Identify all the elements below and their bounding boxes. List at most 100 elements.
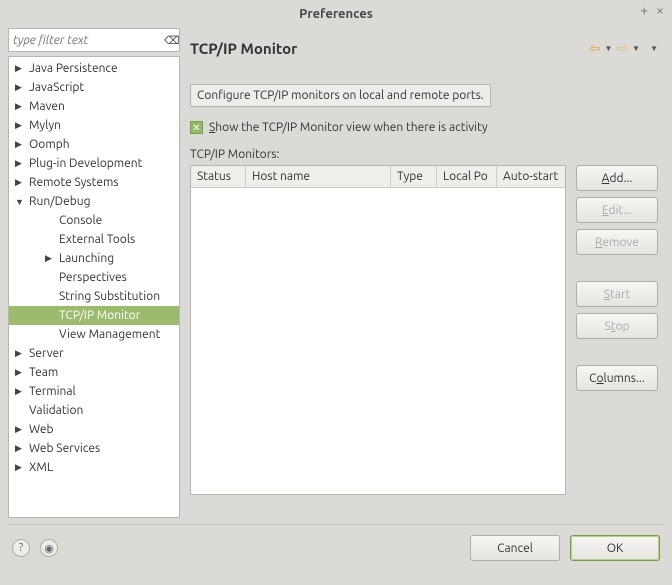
back-arrow-icon[interactable]: ⇦ [589, 40, 601, 57]
back-menu-icon[interactable]: ▼ [605, 44, 613, 53]
window-title: Preferences [299, 7, 373, 21]
tree-item[interactable]: TCP/IP Monitor [9, 306, 179, 325]
forward-menu-icon[interactable]: ▼ [632, 44, 640, 53]
preferences-tree[interactable]: ▶Java Persistence▶JavaScript▶Maven▶Mylyn… [8, 56, 180, 518]
window-controls: + × [640, 2, 664, 18]
footer-left: ? ◉ [12, 539, 58, 557]
tree-item-label: Maven [29, 100, 65, 113]
tree-item-label: Web [29, 423, 54, 436]
tree-item-label: Team [29, 366, 58, 379]
tree-item[interactable]: ▶Plug-in Development [9, 154, 179, 173]
checkbox-icon[interactable]: ✕ [190, 121, 203, 134]
tree-item-label: TCP/IP Monitor [59, 309, 140, 322]
ok-button[interactable]: OK [570, 535, 660, 561]
tree-item-label: Plug-in Development [29, 157, 142, 170]
tree-item[interactable]: View Management [9, 325, 179, 344]
tree-expander-icon[interactable]: ▶ [45, 253, 59, 264]
content-header: TCP/IP Monitor ⇦ ▼ ⇨ ▼ ▼ [190, 32, 658, 64]
tree-item[interactable]: Console [9, 211, 179, 230]
tree-item[interactable]: ▶Mylyn [9, 116, 179, 135]
tree-item-label: String Substitution [59, 290, 160, 303]
tree-item[interactable]: ▼Run/Debug [9, 192, 179, 211]
tree-item[interactable]: ▶Java Persistence [9, 59, 179, 78]
col-auto[interactable]: Auto-start [497, 166, 565, 187]
remove-button: Remove [576, 229, 658, 255]
stop-button: Stop [576, 313, 658, 339]
tree-expander-icon[interactable]: ▶ [15, 424, 29, 435]
tree-item[interactable]: ▶Terminal [9, 382, 179, 401]
tree-expander-icon[interactable]: ▶ [15, 367, 29, 378]
tree-expander-icon[interactable]: ▶ [15, 101, 29, 112]
tree-expander-icon[interactable]: ▼ [15, 197, 29, 207]
tree-item-label: Console [59, 214, 102, 227]
page-title: TCP/IP Monitor [190, 40, 297, 57]
monitors-label: TCP/IP Monitors: [190, 148, 658, 161]
tree-item-label: Oomph [29, 138, 70, 151]
tree-expander-icon[interactable]: ▶ [15, 158, 29, 169]
tree-item[interactable]: ▶Oomph [9, 135, 179, 154]
tree-item-label: JavaScript [29, 81, 84, 94]
monitors-area: Status Host name Type Local Po Auto-star… [190, 165, 658, 518]
edit-button: Edit... [576, 197, 658, 223]
tree-item[interactable]: External Tools [9, 230, 179, 249]
tree-item-label: Remote Systems [29, 176, 119, 189]
description-text: Configure TCP/IP monitors on local and r… [197, 89, 484, 102]
tree-item-label: Run/Debug [29, 195, 90, 208]
checkbox-label: Show the TCP/IP Monitor view when there … [209, 121, 488, 134]
tree-expander-icon[interactable]: ▶ [15, 63, 29, 74]
tree-item[interactable]: ▶Web Services [9, 439, 179, 458]
info-icon[interactable]: ◉ [40, 539, 58, 557]
tree-item[interactable]: Perspectives [9, 268, 179, 287]
main-area: ⌫ ▶Java Persistence▶JavaScript▶Maven▶Myl… [0, 28, 672, 518]
window-minimize-icon[interactable]: + [640, 2, 648, 18]
tree-item-label: Validation [29, 404, 83, 417]
show-view-checkbox-row[interactable]: ✕ Show the TCP/IP Monitor view when ther… [190, 121, 658, 134]
cancel-button[interactable]: Cancel [470, 535, 560, 561]
tree-item[interactable]: ▶Maven [9, 97, 179, 116]
tree-item-label: Perspectives [59, 271, 127, 284]
tree-expander-icon[interactable]: ▶ [15, 386, 29, 397]
tree-item[interactable]: String Substitution [9, 287, 179, 306]
col-type[interactable]: Type [391, 166, 437, 187]
clear-filter-icon[interactable]: ⌫ [164, 34, 180, 47]
description-box: Configure TCP/IP monitors on local and r… [190, 84, 491, 107]
tree-item-label: Server [29, 347, 64, 360]
tree-item[interactable]: ▶Server [9, 344, 179, 363]
tree-expander-icon[interactable]: ▶ [15, 139, 29, 150]
tree-item-label: Terminal [29, 385, 76, 398]
col-status[interactable]: Status [191, 166, 246, 187]
help-icon[interactable]: ? [12, 539, 30, 557]
content-pane: TCP/IP Monitor ⇦ ▼ ⇨ ▼ ▼ Configure TCP/I… [184, 28, 664, 518]
side-buttons: Add... Edit... Remove Start Stop Columns… [576, 165, 658, 518]
tree-item[interactable]: ▶Web [9, 420, 179, 439]
tree-expander-icon[interactable]: ▶ [15, 443, 29, 454]
tree-item-label: Launching [59, 252, 114, 265]
filter-field-wrap[interactable]: ⌫ [8, 28, 180, 52]
tree-item[interactable]: ▶Remote Systems [9, 173, 179, 192]
tree-item-label: Web Services [29, 442, 100, 455]
col-host[interactable]: Host name [246, 166, 391, 187]
filter-input[interactable] [13, 34, 164, 47]
columns-button[interactable]: Columns... [576, 365, 658, 391]
tree-item[interactable]: ▶JavaScript [9, 78, 179, 97]
tree-expander-icon[interactable]: ▶ [15, 82, 29, 93]
page-menu-icon[interactable]: ▼ [650, 44, 658, 53]
tree-expander-icon[interactable]: ▶ [15, 348, 29, 359]
tree-expander-icon[interactable]: ▶ [15, 462, 29, 473]
tree-item[interactable]: ▶Team [9, 363, 179, 382]
tree-expander-icon[interactable]: ▶ [15, 120, 29, 131]
forward-arrow-icon[interactable]: ⇨ [616, 40, 628, 57]
sidebar: ⌫ ▶Java Persistence▶JavaScript▶Maven▶Myl… [8, 28, 180, 518]
tree-item-label: External Tools [59, 233, 135, 246]
tree-expander-icon[interactable]: ▶ [15, 177, 29, 188]
col-local[interactable]: Local Po [437, 166, 497, 187]
titlebar: Preferences + × [0, 0, 672, 28]
tree-item-label: XML [29, 461, 53, 474]
tree-item[interactable]: Validation [9, 401, 179, 420]
tree-item[interactable]: ▶XML [9, 458, 179, 477]
tree-item[interactable]: ▶Launching [9, 249, 179, 268]
monitors-table[interactable]: Status Host name Type Local Po Auto-star… [190, 165, 566, 495]
table-header: Status Host name Type Local Po Auto-star… [191, 166, 565, 188]
add-button[interactable]: Add... [576, 165, 658, 191]
window-close-icon[interactable]: × [656, 2, 664, 18]
